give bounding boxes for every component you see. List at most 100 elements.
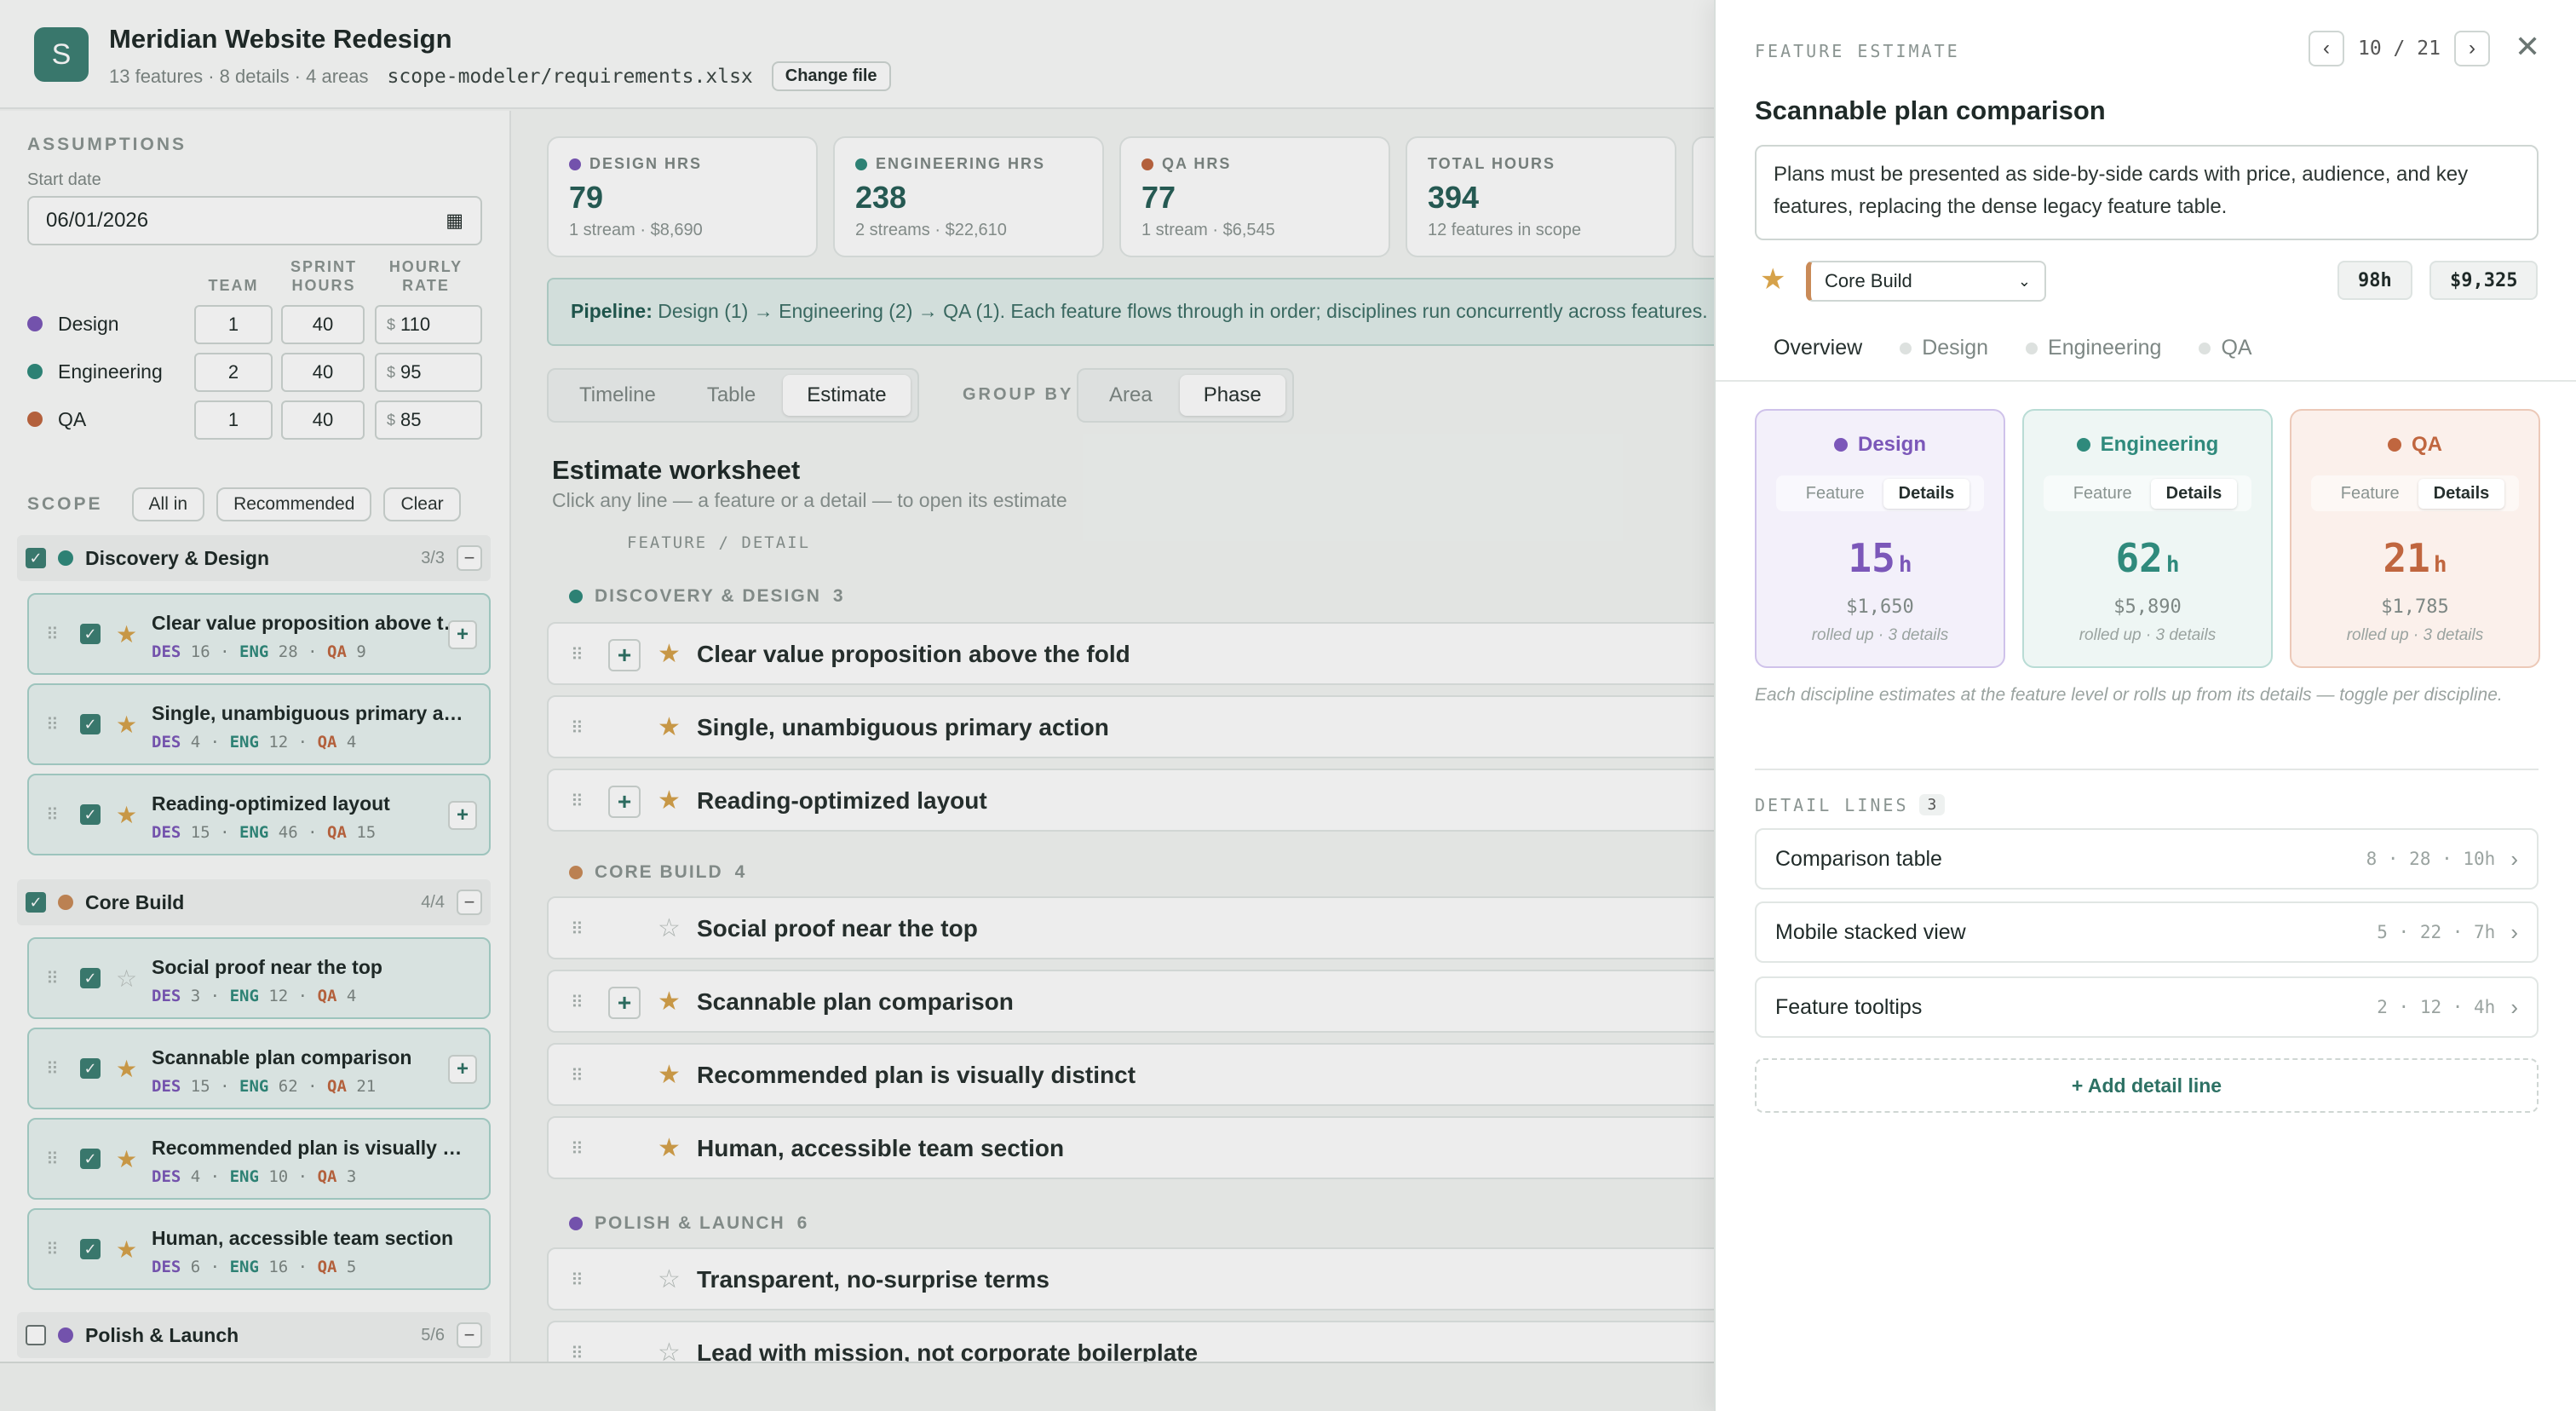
worksheet-row[interactable]: ⠿ ★ Recommended plan is visually distinct (547, 1043, 1714, 1106)
star-outline-icon[interactable]: ☆ (116, 965, 137, 993)
qa-sprint-input[interactable]: 40 (281, 400, 365, 440)
scope-feature-card[interactable]: ⠿ ✓ ☆ Social proof near the top DES 3 · … (27, 937, 491, 1019)
drag-handle-icon[interactable]: ⠿ (46, 1149, 59, 1170)
feature-checkbox[interactable]: ✓ (80, 1239, 101, 1259)
drag-handle-icon[interactable]: ⠿ (46, 804, 59, 826)
group-checkbox[interactable]: ✓ (26, 548, 46, 568)
design-team-input[interactable]: 1 (194, 305, 273, 344)
drag-handle-icon[interactable]: ⠿ (571, 717, 584, 739)
start-date-input[interactable]: 06/01/2026 ▦ (27, 196, 482, 245)
calendar-icon[interactable]: ▦ (446, 210, 463, 232)
drag-handle-icon[interactable]: ⠿ (46, 714, 59, 735)
mode-feature[interactable]: Feature (2326, 479, 2415, 509)
add-detail-button[interactable]: + (448, 1055, 477, 1084)
star-icon[interactable]: ★ (658, 987, 681, 1016)
feature-checkbox[interactable]: ✓ (80, 714, 101, 734)
star-outline-icon[interactable]: ☆ (658, 1264, 681, 1294)
worksheet-row[interactable]: ⠿ ☆ Lead with mission, not corporate boile… (547, 1321, 1714, 1363)
worksheet-row[interactable]: ⠿ + ★ Scannable plan comparison (547, 970, 1714, 1033)
design-rate-input[interactable]: $110 (375, 305, 482, 344)
scope-group-core-build[interactable]: ✓ Core Build 4/4 − (17, 879, 491, 925)
star-icon[interactable]: ★ (658, 1060, 681, 1090)
mode-details[interactable]: Details (2150, 478, 2238, 509)
expand-button[interactable]: + (608, 639, 641, 671)
tab-design[interactable]: Design (1900, 336, 1988, 360)
scope-feature-card[interactable]: ⠿ ✓ ★ Reading-optimized layout DES 15 · … (27, 774, 491, 855)
star-outline-icon[interactable]: ☆ (658, 1338, 681, 1363)
phase-select[interactable]: Core Build ⌄ (1806, 261, 2046, 302)
group-checkbox[interactable] (26, 1325, 46, 1345)
drag-handle-icon[interactable]: ⠿ (571, 919, 584, 940)
tab-estimate[interactable]: Estimate (783, 375, 911, 416)
drag-handle-icon[interactable]: ⠿ (571, 1065, 584, 1086)
collapse-button[interactable]: − (457, 545, 482, 571)
tab-overview[interactable]: Overview (1774, 336, 1862, 360)
tab-table[interactable]: Table (683, 375, 779, 416)
scope-feature-card[interactable]: ⠿ ✓ ★ Scannable plan comparison DES 15 ·… (27, 1028, 491, 1109)
recommended-button[interactable]: Recommended (216, 487, 372, 521)
star-icon[interactable]: ★ (658, 786, 681, 815)
star-outline-icon[interactable]: ☆ (658, 913, 681, 943)
drag-handle-icon[interactable]: ⠿ (571, 1343, 584, 1363)
tab-engineering[interactable]: Engineering (2026, 336, 2161, 360)
drag-handle-icon[interactable]: ⠿ (46, 1058, 59, 1080)
mode-details[interactable]: Details (2418, 478, 2505, 509)
feature-checkbox[interactable]: ✓ (80, 624, 101, 644)
drag-handle-icon[interactable]: ⠿ (571, 1138, 584, 1160)
worksheet-row[interactable]: ⠿ + ★ Clear value proposition above the fol… (547, 622, 1714, 685)
expand-button[interactable]: + (608, 987, 641, 1019)
worksheet-row[interactable]: ⠿ ☆ Social proof near the top (547, 896, 1714, 959)
detail-line[interactable]: Comparison table 8 · 28 · 10h › (1755, 828, 2539, 890)
drag-handle-icon[interactable]: ⠿ (571, 992, 584, 1013)
scope-feature-card[interactable]: ⠿ ✓ ★ Recommended plan is visually disti… (27, 1118, 491, 1200)
feature-checkbox[interactable]: ✓ (80, 968, 101, 988)
close-icon[interactable]: ✕ (2515, 29, 2540, 65)
detail-line[interactable]: Mobile stacked view 5 · 22 · 7h › (1755, 901, 2539, 963)
next-feature-button[interactable]: › (2453, 31, 2490, 66)
expand-button[interactable]: + (608, 786, 641, 818)
worksheet-row[interactable]: ⠿ ☆ Transparent, no-surprise terms (547, 1247, 1714, 1310)
detail-line[interactable]: Feature tooltips 2 · 12 · 4h › (1755, 976, 2539, 1038)
scope-feature-card[interactable]: ⠿ ✓ ★ Single, unambiguous primary action… (27, 683, 491, 765)
feature-checkbox[interactable]: ✓ (80, 1058, 101, 1079)
drag-handle-icon[interactable]: ⠿ (46, 624, 59, 645)
engineering-rate-input[interactable]: $95 (375, 353, 482, 392)
scope-group-polish[interactable]: Polish & Launch 5/6 − (17, 1312, 491, 1358)
scope-feature-card[interactable]: ⠿ ✓ ★ Clear value proposition above the … (27, 593, 491, 675)
clear-button[interactable]: Clear (383, 487, 461, 521)
drag-handle-icon[interactable]: ⠿ (46, 1239, 59, 1260)
group-by-area[interactable]: Area (1085, 375, 1176, 416)
engineering-sprint-input[interactable]: 40 (281, 353, 365, 392)
add-detail-button[interactable]: + (448, 620, 477, 649)
tab-timeline[interactable]: Timeline (555, 375, 680, 416)
star-icon[interactable]: ★ (116, 1235, 137, 1264)
collapse-button[interactable]: − (457, 890, 482, 915)
mode-details[interactable]: Details (1883, 478, 1970, 509)
feature-checkbox[interactable]: ✓ (80, 804, 101, 825)
scope-feature-card[interactable]: ⠿ ✓ ★ Human, accessible team section DES… (27, 1208, 491, 1290)
star-icon[interactable]: ★ (658, 639, 681, 669)
drag-handle-icon[interactable]: ⠿ (571, 644, 584, 665)
group-by-phase[interactable]: Phase (1179, 375, 1285, 416)
drag-handle-icon[interactable]: ⠿ (571, 791, 584, 812)
star-icon[interactable]: ★ (658, 712, 681, 742)
star-icon[interactable]: ★ (1760, 262, 1785, 297)
star-icon[interactable]: ★ (116, 1145, 137, 1173)
feature-description[interactable]: Plans must be presented as side-by-side … (1755, 145, 2539, 240)
qa-rate-input[interactable]: $85 (375, 400, 482, 440)
worksheet-row[interactable]: ⠿ + ★ Reading-optimized layout (547, 769, 1714, 832)
worksheet-row[interactable]: ⠿ ★ Single, unambiguous primary action (547, 695, 1714, 758)
scope-group-discovery[interactable]: ✓ Discovery & Design 3/3 − (17, 535, 491, 581)
star-icon[interactable]: ★ (116, 1055, 137, 1083)
add-detail-line-button[interactable]: + Add detail line (1755, 1058, 2539, 1113)
engineering-team-input[interactable]: 2 (194, 353, 273, 392)
tab-qa[interactable]: QA (2199, 336, 2252, 360)
change-file-button[interactable]: Change file (771, 61, 891, 91)
collapse-button[interactable]: − (457, 1322, 482, 1348)
mode-feature[interactable]: Feature (1791, 479, 1880, 509)
feature-checkbox[interactable]: ✓ (80, 1149, 101, 1169)
drag-handle-icon[interactable]: ⠿ (571, 1270, 584, 1291)
add-detail-button[interactable]: + (448, 801, 477, 830)
design-sprint-input[interactable]: 40 (281, 305, 365, 344)
mode-feature[interactable]: Feature (2058, 479, 2148, 509)
